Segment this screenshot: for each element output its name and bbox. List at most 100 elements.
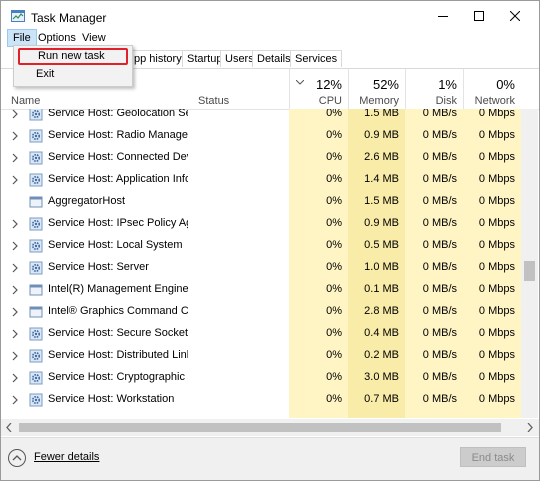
disk-value: 0 MB/s [422, 283, 457, 295]
status-column-header[interactable]: Status [198, 95, 229, 107]
scroll-right-arrow-icon[interactable] [527, 423, 533, 432]
chevron-right-icon[interactable] [11, 219, 19, 229]
app-window-icon [29, 196, 43, 208]
vertical-scroll-thumb[interactable] [524, 261, 535, 281]
process-name: Intel® Graphics Command Cen... [48, 305, 188, 317]
close-button[interactable] [497, 1, 533, 31]
table-row[interactable]: Service Host: Cryptographic Ser... 0% 3.0 … [1, 367, 539, 389]
horizontal-scroll-thumb[interactable] [19, 423, 501, 432]
chevron-right-icon[interactable] [11, 263, 19, 273]
chevron-right-icon[interactable] [11, 285, 19, 295]
table-row[interactable]: Service Host: Application Infor... 0% 1.4 … [1, 169, 539, 191]
process-name: Service Host: Application Infor... [48, 173, 188, 185]
cpu-value: 0% [326, 217, 342, 229]
chevron-right-icon[interactable] [11, 395, 19, 405]
process-name: Service Host: Secure Socket Tun... [48, 327, 188, 339]
network-value: 0 Mbps [478, 305, 515, 317]
disk-value: 0 MB/s [422, 239, 457, 251]
disk-value: 0 MB/s [422, 217, 457, 229]
process-name: Service Host: Radio Manageme... [48, 129, 188, 141]
chevron-right-icon[interactable] [11, 153, 19, 163]
tab-services[interactable]: Services [290, 50, 343, 67]
end-task-button[interactable]: End task [460, 447, 526, 467]
disk-column-header[interactable]: 1% Disk [405, 69, 463, 109]
scroll-left-arrow-icon[interactable] [6, 423, 12, 432]
chevron-right-icon[interactable] [11, 131, 19, 141]
process-name: AggregatorHost [48, 195, 126, 207]
chevron-right-icon[interactable] [11, 373, 19, 383]
table-row[interactable]: Service Host: Local System 0% 0.5 MB 0 MB/s… [1, 235, 539, 257]
chevron-up-circle-icon[interactable] [7, 448, 27, 468]
table-row[interactable]: Service Host: Distributed Link Tr... 0% 0.… [1, 345, 539, 367]
table-row[interactable]: AggregatorHost 0% 1.5 MB 0 MB/s 0 Mbps [1, 191, 539, 213]
sort-chevron-down-icon [296, 80, 304, 85]
table-row[interactable]: Service Host: Radio Manageme... 0% 0.9 MB 0… [1, 125, 539, 147]
cpu-value: 0% [326, 173, 342, 185]
disk-value: 0 MB/s [422, 327, 457, 339]
maximize-icon [474, 11, 484, 21]
maximize-button[interactable] [461, 1, 497, 31]
table-row[interactable]: Intel® Graphics Command Cen... 0% 2.8 MB 0 … [1, 301, 539, 323]
gear-icon [29, 261, 43, 275]
cpu-value: 0% [326, 349, 342, 361]
disk-column-label: Disk [435, 95, 457, 107]
app-window-icon [29, 284, 43, 296]
run-new-task-menu-item[interactable]: Run new task [18, 48, 128, 65]
disk-usage-percent: 1% [438, 77, 457, 92]
name-column-header[interactable]: Name [11, 95, 40, 107]
table-row[interactable]: Service Host: Workstation 0% 0.7 MB 0 MB/s 0… [1, 389, 539, 411]
memory-value: 0.9 MB [364, 217, 399, 229]
process-name: Service Host: Connected Device... [48, 151, 188, 163]
gear-icon [29, 239, 43, 253]
disk-value: 0 MB/s [422, 173, 457, 185]
disk-value: 0 MB/s [422, 109, 457, 119]
disk-value: 0 MB/s [422, 393, 457, 405]
disk-value: 0 MB/s [422, 129, 457, 141]
task-manager-icon [11, 10, 25, 22]
gear-icon [29, 217, 43, 231]
close-icon [510, 11, 520, 21]
chevron-right-icon[interactable] [11, 351, 19, 361]
disk-value: 0 MB/s [422, 371, 457, 383]
network-column-label: Network [474, 95, 515, 107]
task-manager-window: Task Manager File Options View pp histor… [0, 0, 540, 481]
file-menu-dropdown: Run new task Exit [13, 45, 133, 87]
table-row[interactable]: Service Host: IPsec Policy Agent 0% 0.9 MB… [1, 213, 539, 235]
table-row[interactable]: Intel(R) Management Engine W... 0% 0.1 MB 0… [1, 279, 539, 301]
cpu-column-header[interactable]: 12% CPU [289, 69, 348, 109]
app-window-icon [29, 306, 43, 318]
process-name: Service Host: Cryptographic Ser... [48, 371, 188, 383]
network-value: 0 Mbps [478, 261, 515, 273]
memory-column-header[interactable]: 52% Memory [348, 69, 405, 109]
minimize-button[interactable] [425, 1, 461, 31]
chevron-right-icon[interactable] [11, 329, 19, 339]
memory-value: 1.0 MB [364, 261, 399, 273]
table-row[interactable]: Service Host: Geolocation Service 0% 1.5 M… [1, 109, 539, 125]
vertical-scrollbar[interactable] [521, 109, 538, 418]
memory-column-label: Memory [359, 95, 399, 107]
network-value: 0 Mbps [478, 327, 515, 339]
disk-value: 0 MB/s [422, 195, 457, 207]
horizontal-scrollbar[interactable] [1, 419, 539, 436]
table-row[interactable]: Service Host: Server 0% 1.0 MB 0 MB/s 0 Mbps [1, 257, 539, 279]
cpu-value: 0% [326, 393, 342, 405]
table-row[interactable]: Service Host: Connected Device... 0% 2.6 M… [1, 147, 539, 169]
chevron-right-icon[interactable] [11, 109, 19, 119]
title-bar[interactable]: Task Manager [1, 1, 539, 31]
exit-menu-item[interactable]: Exit [18, 66, 128, 83]
cpu-value: 0% [326, 195, 342, 207]
fewer-details-link[interactable]: Fewer details [34, 451, 99, 463]
chevron-right-icon[interactable] [11, 241, 19, 251]
table-row[interactable]: Service Host: Secure Socket Tun... 0% 0.4 … [1, 323, 539, 345]
process-name: Service Host: Server [48, 261, 149, 273]
chevron-right-icon[interactable] [11, 307, 19, 317]
memory-value: 2.6 MB [364, 151, 399, 163]
network-value: 0 Mbps [478, 283, 515, 295]
memory-value: 0.2 MB [364, 349, 399, 361]
network-value: 0 Mbps [478, 173, 515, 185]
memory-value: 0.9 MB [364, 129, 399, 141]
memory-value: 3.0 MB [364, 371, 399, 383]
tab-app-history[interactable]: pp history [129, 50, 187, 67]
chevron-right-icon[interactable] [11, 175, 19, 185]
network-column-header[interactable]: 0% Network [463, 69, 521, 109]
